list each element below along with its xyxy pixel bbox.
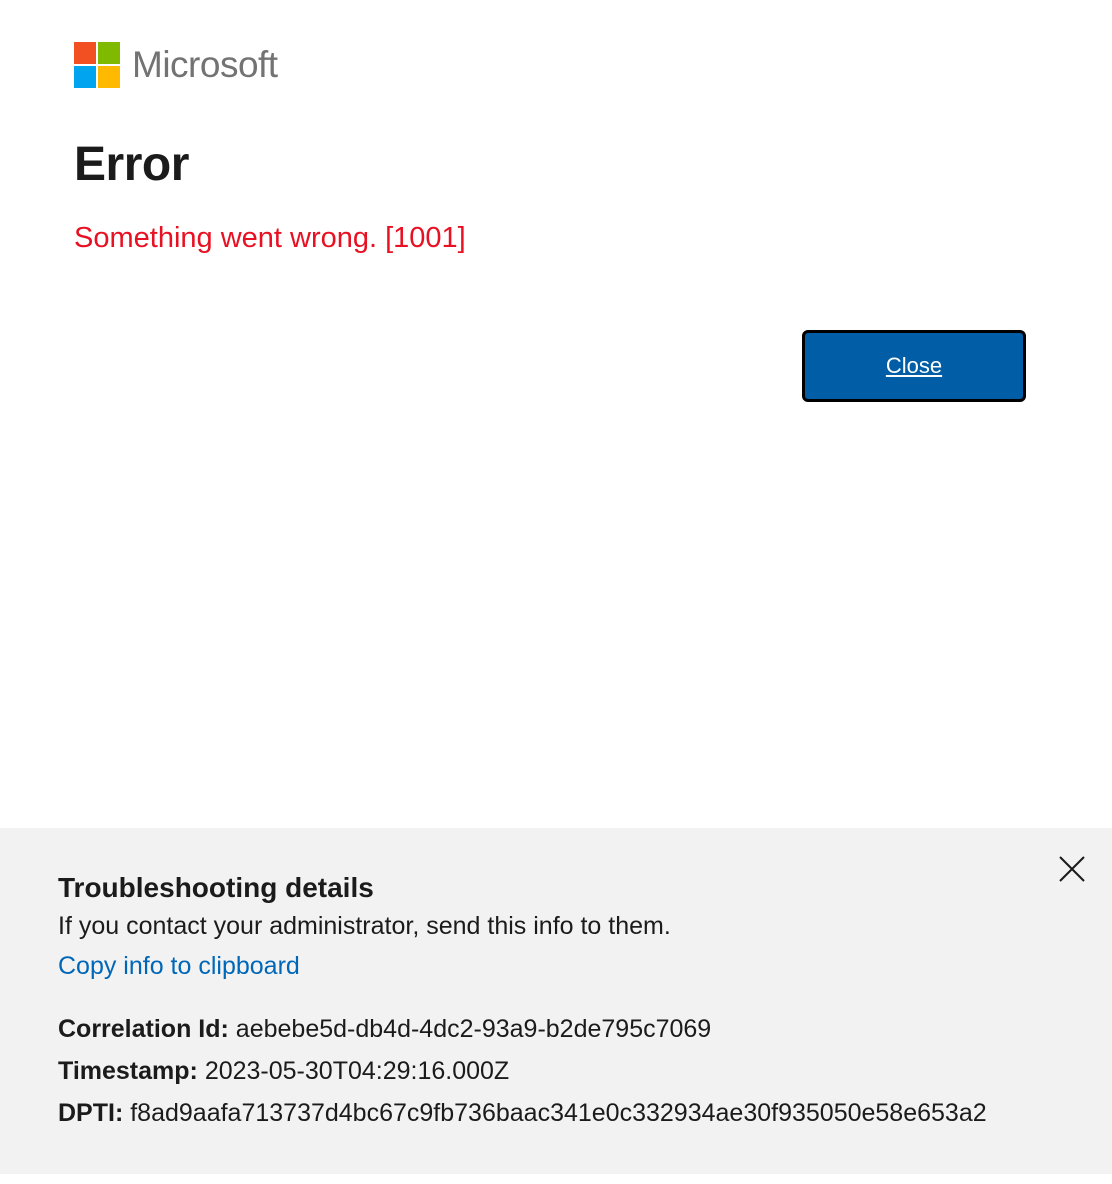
correlation-id-value: aebebe5d-db4d-4dc2-93a9-b2de795c7069 bbox=[235, 1015, 712, 1043]
timestamp-row: Timestamp: 2023-05-30T04:29:16.000Z bbox=[58, 1055, 509, 1087]
logo-square-red bbox=[74, 42, 96, 64]
dpti-row: DPTI: f8ad9aafa713737d4bc67c9fb736baac34… bbox=[58, 1097, 987, 1129]
dpti-label: DPTI: bbox=[58, 1099, 124, 1127]
troubleshooting-description: If you contact your administrator, send … bbox=[58, 912, 671, 940]
dpti-value: f8ad9aafa713737d4bc67c9fb736baac341e0c33… bbox=[130, 1099, 987, 1127]
troubleshooting-panel: Troubleshooting details If you contact y… bbox=[0, 828, 1112, 1174]
correlation-id-label: Correlation Id: bbox=[58, 1015, 229, 1043]
logo-square-green bbox=[98, 42, 120, 64]
close-button[interactable]: Close bbox=[802, 330, 1026, 402]
microsoft-wordmark: Microsoft bbox=[132, 44, 278, 85]
troubleshooting-title: Troubleshooting details bbox=[58, 872, 374, 903]
bottom-strip bbox=[0, 1174, 1112, 1184]
timestamp-label: Timestamp: bbox=[58, 1057, 198, 1085]
error-message: Something went wrong. [1001] bbox=[74, 222, 466, 254]
correlation-id-row: Correlation Id: aebebe5d-db4d-4dc2-93a9-… bbox=[58, 1013, 711, 1045]
logo-square-blue bbox=[74, 66, 96, 88]
microsoft-logo: Microsoft bbox=[74, 42, 278, 88]
copy-info-link[interactable]: Copy info to clipboard bbox=[58, 950, 300, 982]
microsoft-logo-icon bbox=[74, 42, 120, 88]
page-title: Error bbox=[74, 138, 189, 191]
close-icon[interactable] bbox=[1056, 853, 1088, 885]
timestamp-value: 2023-05-30T04:29:16.000Z bbox=[204, 1057, 510, 1085]
logo-square-yellow bbox=[98, 66, 120, 88]
